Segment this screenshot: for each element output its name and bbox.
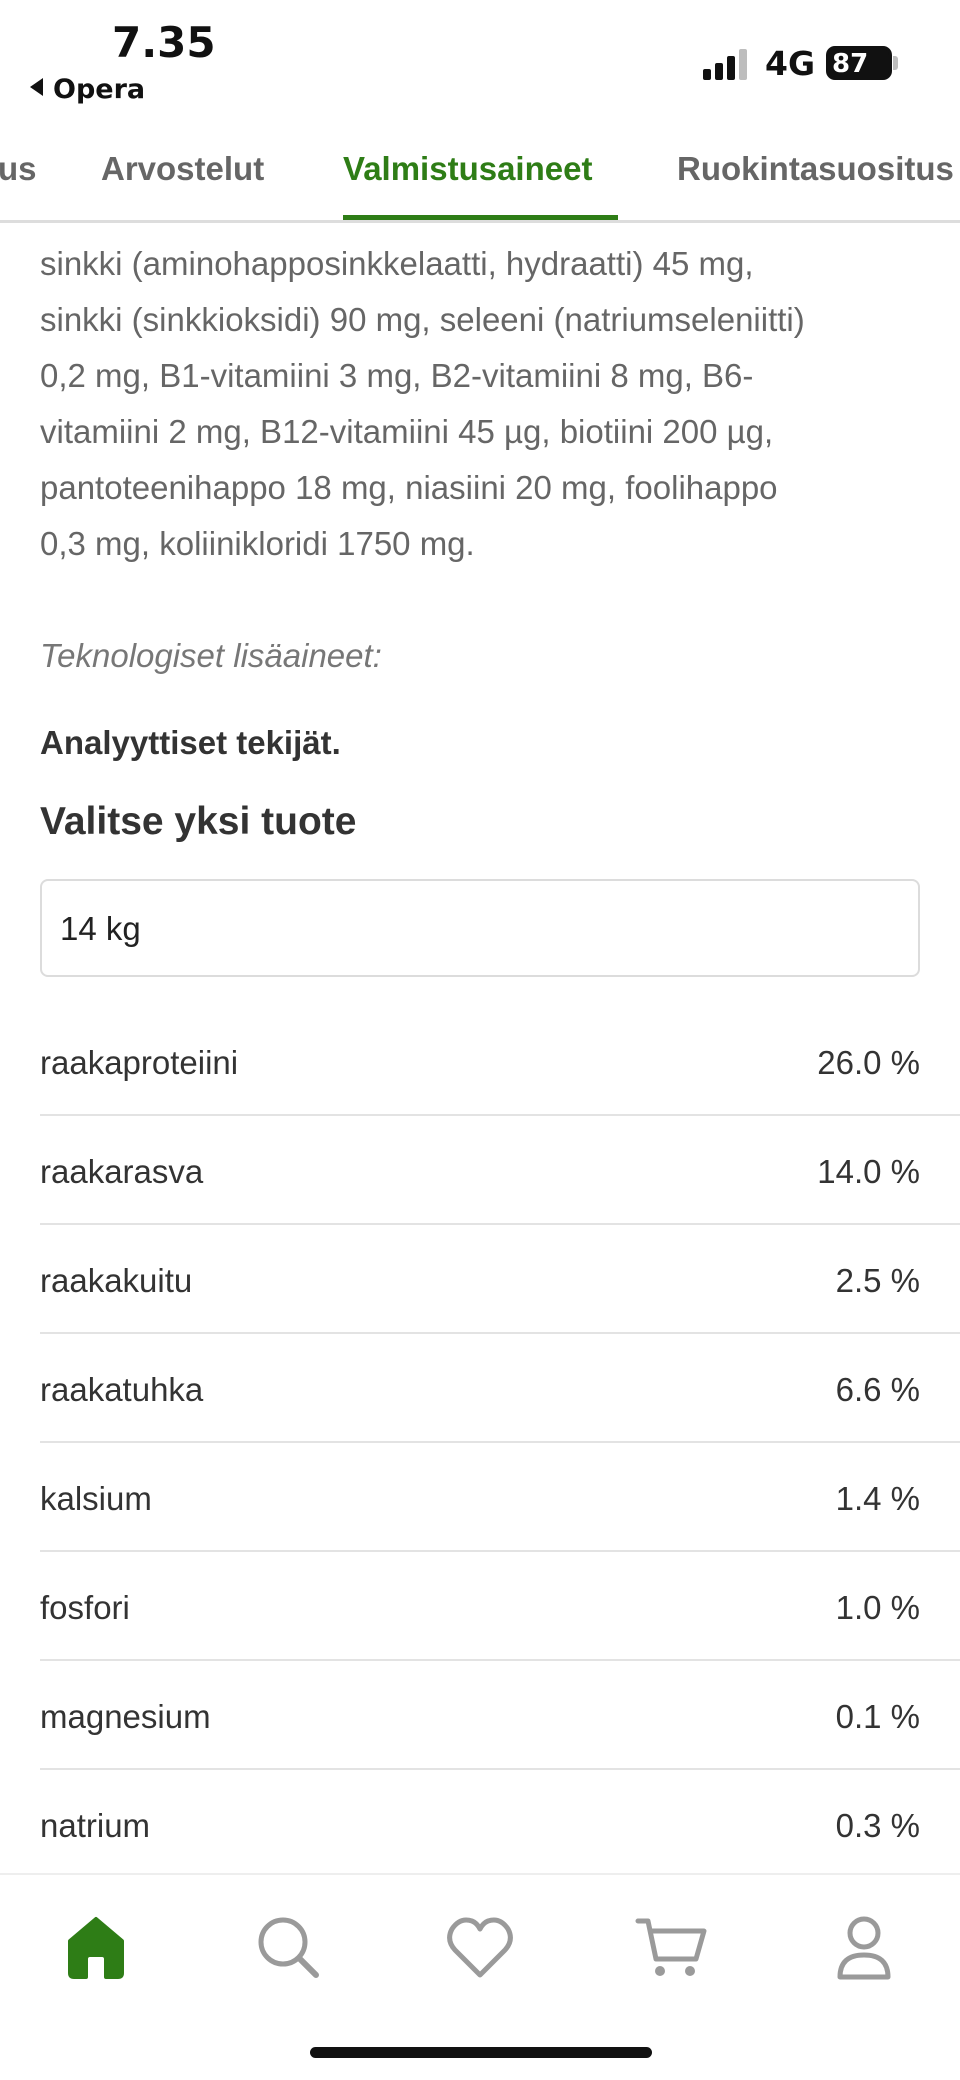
tab-reviews[interactable]: Arvostelut bbox=[101, 150, 264, 188]
product-size-value: 14 kg bbox=[60, 910, 141, 947]
tab-feeding-recommendation[interactable]: Ruokintasuositus bbox=[677, 150, 954, 188]
status-time: 7.35 bbox=[112, 18, 216, 67]
search-icon bbox=[258, 1917, 319, 1978]
nutrient-name: raakatuhka bbox=[40, 1371, 204, 1408]
active-tab-indicator bbox=[343, 215, 618, 220]
table-row: raakaproteiini 26.0 % bbox=[40, 1007, 960, 1116]
nutrient-name: magnesium bbox=[40, 1698, 211, 1735]
ingredients-line: vitamiini 2 mg, B12-vitamiini 45 µg, bio… bbox=[40, 413, 774, 450]
nutrient-value: 2.5 % bbox=[835, 1262, 920, 1299]
heart-icon bbox=[447, 1917, 513, 1978]
home-icon bbox=[68, 1917, 124, 1979]
nav-account[interactable] bbox=[824, 1907, 904, 1987]
ingredients-line: 0,2 mg, B1-vitamiini 3 mg, B2-vitamiini … bbox=[40, 357, 754, 394]
nutrient-value: 6.6 % bbox=[835, 1371, 920, 1408]
table-row: raakatuhka 6.6 % bbox=[40, 1334, 960, 1443]
nutrient-name: natrium bbox=[40, 1807, 151, 1844]
home-indicator bbox=[310, 2047, 652, 2058]
product-tabs: us Arvostelut Valmistusaineet Ruokintasu… bbox=[0, 120, 960, 223]
status-bar: 7.35 Opera 4G 87 bbox=[0, 0, 960, 120]
technological-additives-label: Teknologiset lisäaineet: bbox=[40, 637, 382, 674]
nutrient-name: kalsium bbox=[40, 1480, 152, 1517]
nav-cart[interactable] bbox=[632, 1907, 712, 1987]
nutrient-value: 0.1 % bbox=[835, 1698, 920, 1735]
nutrient-name: raakarasva bbox=[40, 1153, 204, 1190]
back-arrow-icon bbox=[30, 78, 43, 96]
nav-search[interactable] bbox=[248, 1907, 328, 1987]
analytical-constituents-heading: Analyyttiset tekijät. bbox=[40, 724, 341, 761]
battery-cap bbox=[893, 56, 898, 70]
ingredients-line: pantoteenihappo 18 mg, niasiini 20 mg, f… bbox=[40, 469, 778, 506]
tab-ingredients[interactable]: Valmistusaineet bbox=[343, 150, 592, 188]
back-to-app-link[interactable]: Opera bbox=[30, 74, 145, 105]
ingredients-line: 0,3 mg, koliinikloridi 1750 mg. bbox=[40, 525, 475, 562]
analysis-table: raakaproteiini 26.0 % raakarasva 14.0 % ra… bbox=[40, 1007, 960, 1879]
network-type: 4G bbox=[765, 44, 816, 83]
table-row: natrium 0.3 % bbox=[40, 1770, 960, 1879]
ingredients-text: sinkki (aminohapposinkkelaatti, hydraatt… bbox=[40, 236, 920, 572]
cellular-signal-icon bbox=[703, 48, 751, 80]
nav-home[interactable] bbox=[56, 1907, 136, 1987]
user-icon bbox=[837, 1916, 891, 1980]
choose-product-heading: Valitse yksi tuote bbox=[40, 800, 357, 843]
tab-partial[interactable]: us bbox=[0, 150, 37, 188]
nutrient-value: 0.3 % bbox=[835, 1807, 920, 1844]
back-app-label: Opera bbox=[53, 74, 146, 105]
battery-icon: 87 bbox=[826, 46, 892, 80]
nutrient-name: raakaproteiini bbox=[40, 1044, 239, 1081]
product-size-select[interactable]: 14 kg bbox=[40, 879, 920, 977]
nutrient-value: 14.0 % bbox=[817, 1153, 920, 1190]
table-row: raakakuitu 2.5 % bbox=[40, 1225, 960, 1334]
nutrient-name: fosfori bbox=[40, 1589, 130, 1626]
nutrient-value: 1.0 % bbox=[835, 1589, 920, 1626]
ingredients-line: sinkki (sinkkioksidi) 90 mg, seleeni (na… bbox=[40, 301, 805, 338]
cart-icon bbox=[635, 1918, 707, 1976]
nav-favorites[interactable] bbox=[440, 1907, 520, 1987]
table-row: magnesium 0.1 % bbox=[40, 1661, 960, 1770]
nutrient-value: 1.4 % bbox=[835, 1480, 920, 1517]
nutrient-value: 26.0 % bbox=[817, 1044, 920, 1081]
ingredients-line: sinkki (aminohapposinkkelaatti, hydraatt… bbox=[40, 245, 754, 282]
nutrient-name: raakakuitu bbox=[40, 1262, 193, 1299]
table-row: raakarasva 14.0 % bbox=[40, 1116, 960, 1225]
battery-level: 87 bbox=[832, 49, 869, 79]
table-row: kalsium 1.4 % bbox=[40, 1443, 960, 1552]
table-row: fosfori 1.0 % bbox=[40, 1552, 960, 1661]
